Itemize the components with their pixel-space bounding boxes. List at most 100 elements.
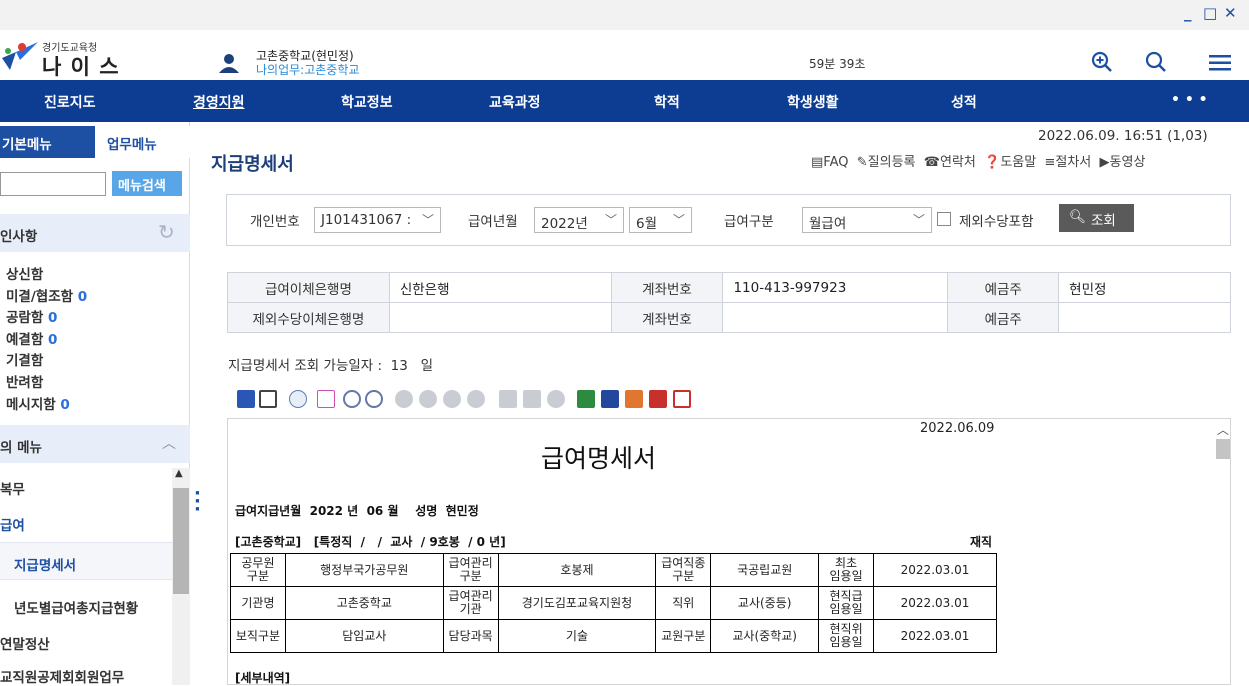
window-titlebar: _ □ ✕ (0, 0, 1249, 30)
user-icon (219, 54, 239, 73)
excluded-account-holder-value (1058, 302, 1231, 333)
video-icon: ▶ (1099, 155, 1110, 170)
report-scroll-thumb[interactable] (1216, 439, 1230, 459)
payslip-cell-label: 직위 (655, 586, 712, 620)
menu-item-duty[interactable]: 복무 (0, 478, 25, 498)
payslip-row: 기관명 고촌중학교 급여관리 기관 경기도김포교육지원청 직위 교사(중등) 현직급 임용일… (230, 586, 997, 620)
menu-search-button[interactable]: 메뉴검색 (112, 171, 182, 196)
nav-curriculum[interactable]: 교육과정 (489, 92, 541, 112)
approval-item[interactable]: 메시지함 0 (6, 393, 70, 413)
next-page-icon[interactable] (443, 390, 461, 408)
my-menu-section-header[interactable]: 의 메뉴 ︿ (0, 425, 190, 463)
zoom-in-icon[interactable] (1090, 50, 1114, 74)
word-icon[interactable] (601, 390, 619, 408)
refresh-icon[interactable]: ↻ (158, 220, 175, 244)
approval-item[interactable]: 상신함 (6, 263, 43, 283)
payslip-cell-label: 교원구분 (655, 619, 712, 653)
ppt-icon[interactable] (625, 390, 643, 408)
zoom-icon[interactable] (289, 390, 307, 408)
tab-work-menu[interactable]: 업무메뉴 (95, 126, 190, 158)
payslip-cell-value: 행정부국가공무원 (284, 553, 444, 587)
datetime-display: 2022.06.09. 16:51 (1,03) (1038, 128, 1208, 144)
question-link[interactable]: 질의등록 (868, 155, 916, 170)
chevron-down-icon: ﹀ (421, 213, 434, 227)
sidebar-scroll-thumb[interactable] (173, 488, 189, 594)
first-page-icon[interactable] (395, 390, 413, 408)
sidebar-scrollbar[interactable]: ▲ (172, 468, 190, 685)
search-icon[interactable] (1144, 50, 1168, 74)
menu-item-yearly-total[interactable]: 년도별급여총지급현황 (14, 597, 138, 617)
print-icon[interactable] (259, 390, 277, 408)
video-link[interactable]: 동영상 (1110, 155, 1146, 170)
maximize-button[interactable]: □ (1203, 4, 1217, 22)
pay-year-select[interactable]: 2022년 ﹀ (534, 207, 624, 233)
excluded-account-holder-label: 예금주 (947, 302, 1060, 333)
payslip-cell-value: 호봉제 (497, 553, 657, 587)
nav-more[interactable]: • • • (1171, 92, 1208, 108)
approval-item[interactable]: 기결함 (6, 349, 43, 369)
approval-item[interactable]: 예결함 0 (6, 328, 57, 348)
payslip-cell-label: 공무원 구분 (230, 553, 286, 587)
payslip-cell-value: 교사(중등) (710, 586, 820, 620)
last-page-icon[interactable] (467, 390, 485, 408)
available-days-text: 지급명세서 조회 가능일자 : 13 일 (228, 358, 434, 374)
pdf-icon[interactable] (673, 390, 691, 408)
user-work[interactable]: 나의업무:고촌중학교 (256, 61, 359, 78)
hamburger-menu-icon[interactable] (1208, 53, 1232, 73)
help-links: ▤FAQ ✎질의등록 ☎연락처 ❓도움말 ≡절차서 ▶동영상 (811, 151, 1145, 170)
scroll-up-icon[interactable]: ▲ (175, 468, 183, 479)
personal-number-select[interactable]: J101431067 : ﹀ (314, 207, 441, 233)
approval-item[interactable]: 반려함 (6, 371, 43, 391)
export-icon[interactable] (317, 390, 335, 408)
report-scrollbar[interactable]: ︿ (1214, 419, 1230, 684)
close-button[interactable]: ✕ (1224, 4, 1237, 22)
app-header: 경기도교육청 나 이 스 고촌중학교(현민정) 나의업무:고촌중학교 59분 3… (0, 30, 1249, 80)
nav-student-life[interactable]: 학생생활 (787, 92, 839, 112)
save-icon[interactable] (237, 390, 255, 408)
help-link[interactable]: 도움말 (1000, 155, 1036, 170)
nav-management[interactable]: 경영지원 (193, 92, 245, 112)
procedure-link[interactable]: 절차서 (1055, 155, 1091, 170)
page-setup-icon[interactable] (499, 390, 517, 408)
query-button[interactable]: 🔍︎ 조회 (1059, 204, 1134, 232)
approval-item[interactable]: 미결/협조함 0 (6, 285, 87, 305)
help-icon: ❓ (984, 155, 1001, 170)
excel-icon[interactable] (577, 390, 595, 408)
chevron-up-icon[interactable]: ︿ (162, 433, 176, 453)
payslip-cell-value: 고촌중학교 (284, 586, 444, 620)
logo-title[interactable]: 나 이 스 (42, 51, 120, 81)
menu-search-input[interactable] (0, 172, 106, 196)
menu-item-salary[interactable]: 급여 (0, 514, 25, 534)
pay-month-label: 급여년월 (468, 214, 518, 230)
pay-type-select[interactable]: 월급여 ﹀ (802, 207, 932, 233)
tab-basic-menu[interactable]: 기본메뉴 (0, 126, 95, 158)
approval-section-header[interactable]: 인사항 ↻ (0, 214, 190, 252)
nav-career[interactable]: 진로지도 (44, 92, 96, 112)
exclude-allowance-checkbox[interactable] (937, 212, 951, 226)
nav-school-info[interactable]: 학교정보 (341, 92, 393, 112)
approval-item[interactable]: 공람함 0 (6, 306, 57, 326)
chevron-down-icon: ﹀ (604, 213, 617, 227)
prev-page-icon[interactable] (419, 390, 437, 408)
report-status: 재직 (970, 535, 993, 549)
menu-item-year-end[interactable]: 연말정산 (0, 633, 50, 653)
menu-item-payslip-row[interactable]: 지급명세서 (0, 542, 172, 580)
nav-grades[interactable]: 성적 (951, 92, 977, 112)
nav-records[interactable]: 학적 (654, 92, 680, 112)
zoom-in-icon[interactable] (343, 390, 361, 408)
pay-month-select[interactable]: 6월 ﹀ (629, 207, 692, 233)
payslip-cell-label: 기관명 (230, 586, 286, 620)
stop-icon[interactable] (547, 390, 565, 408)
scroll-up-icon[interactable]: ︿ (1217, 421, 1229, 438)
contact-link[interactable]: 연락처 (940, 155, 976, 170)
faq-link[interactable]: FAQ (823, 155, 848, 170)
layout-icon[interactable] (523, 390, 541, 408)
session-timer: 59분 39초 (809, 57, 866, 71)
hwp-icon[interactable] (649, 390, 667, 408)
minimize-button[interactable]: _ (1184, 4, 1192, 22)
page-title: 지급명세서 (211, 154, 294, 175)
account-holder-label: 예금주 (947, 272, 1060, 303)
zoom-out-icon[interactable] (365, 390, 383, 408)
pencil-icon: ✎ (856, 155, 868, 170)
menu-item-mutual-aid[interactable]: 교직원공제회회원업무 (0, 666, 124, 686)
